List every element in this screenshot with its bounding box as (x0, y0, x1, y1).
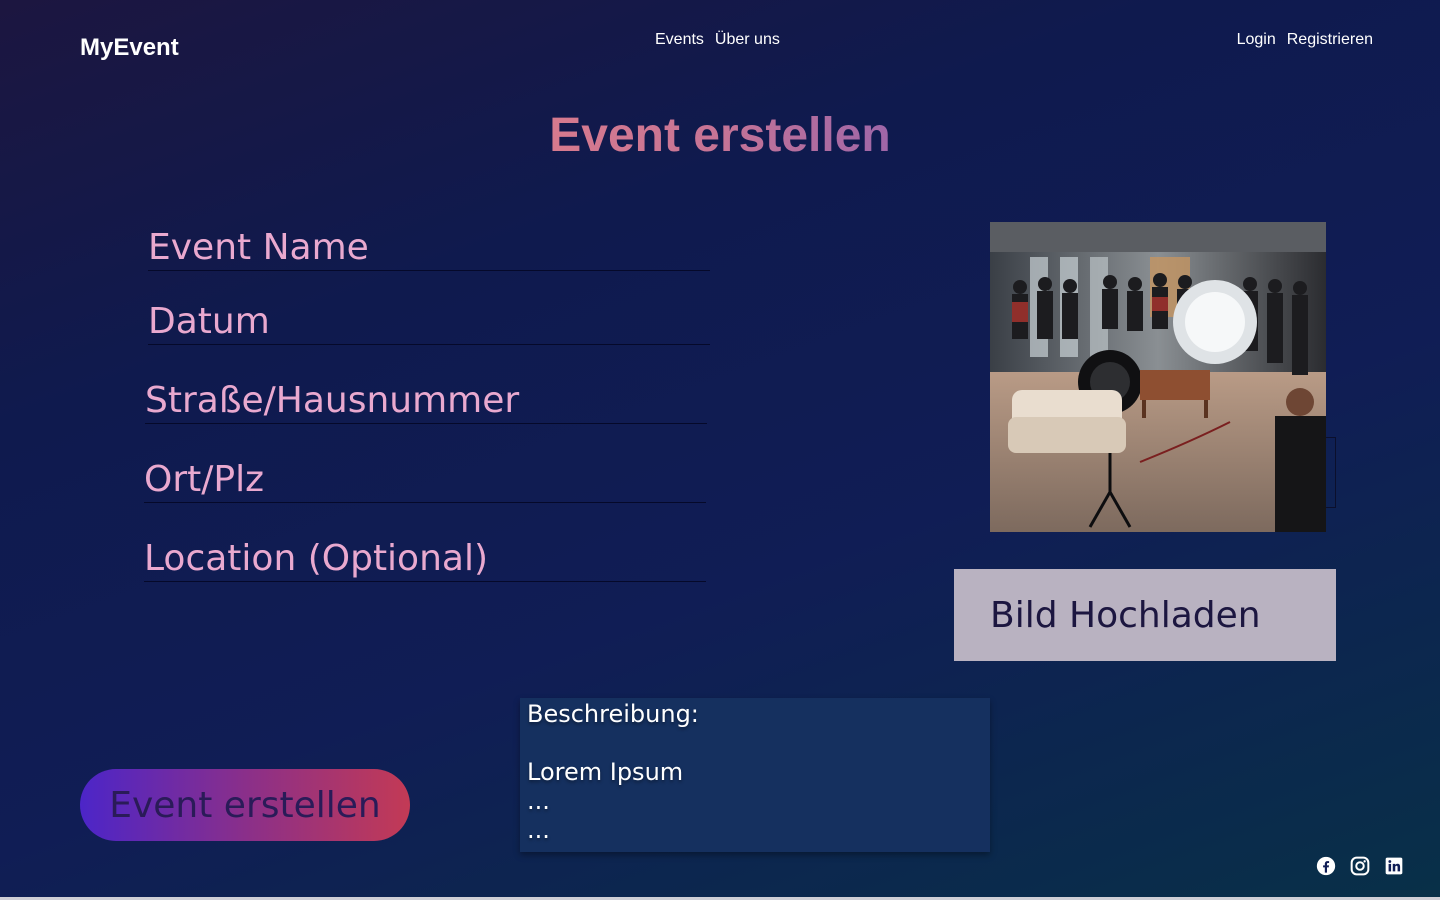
event-name-field (148, 221, 710, 271)
facebook-icon[interactable] (1316, 856, 1336, 876)
register-link[interactable]: Registrieren (1287, 31, 1373, 49)
event-name-input[interactable] (148, 227, 710, 270)
social-links (1316, 856, 1404, 876)
strasse-input[interactable] (145, 380, 707, 423)
location-input[interactable] (144, 538, 706, 581)
strasse-field (145, 374, 707, 424)
logo[interactable]: MyEvent (80, 34, 179, 62)
datum-input[interactable] (148, 301, 710, 344)
ort-plz-field (144, 453, 706, 503)
page-title: Event erstellen (0, 108, 1440, 163)
nav-link-ueber-uns[interactable]: Über uns (715, 31, 780, 49)
instagram-icon[interactable] (1350, 856, 1370, 876)
linkedin-icon[interactable] (1384, 856, 1404, 876)
image-frame (1326, 437, 1336, 508)
description-textarea[interactable]: Beschreibung: Lorem Ipsum ... ... (520, 698, 990, 852)
page-title-text: Event erstellen (549, 109, 891, 162)
auth-nav: Login Registrieren (1237, 31, 1373, 49)
create-event-button[interactable]: Event erstellen (80, 769, 410, 841)
nav-link-events[interactable]: Events (655, 31, 704, 49)
event-image (990, 222, 1326, 532)
datum-field (148, 295, 710, 345)
ort-plz-input[interactable] (144, 459, 706, 502)
login-link[interactable]: Login (1237, 31, 1276, 49)
upload-image-button[interactable]: Bild Hochladen (954, 569, 1336, 661)
location-field (144, 532, 706, 582)
main-nav: Events Über uns (655, 31, 780, 49)
